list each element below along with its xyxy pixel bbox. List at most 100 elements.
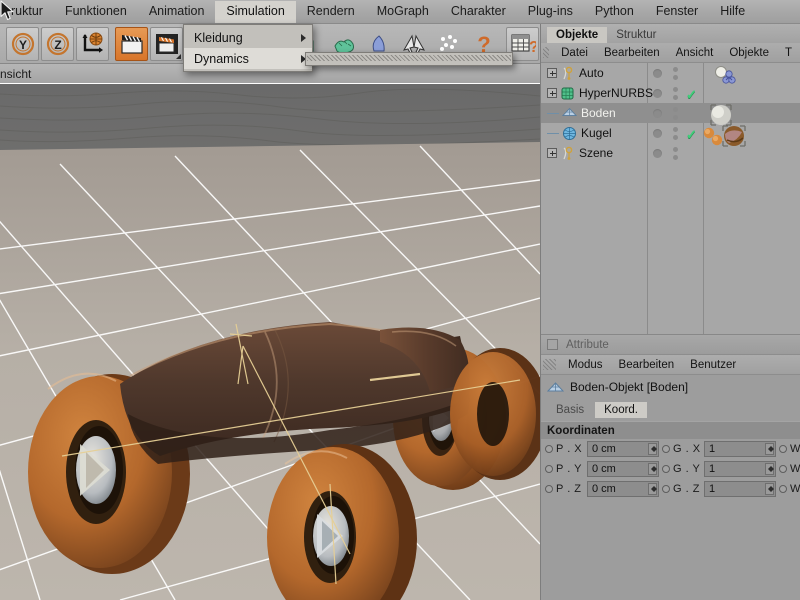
expand-toggle-icon[interactable] bbox=[547, 68, 557, 78]
coord-p-stepper[interactable] bbox=[648, 463, 657, 475]
coord-p-input[interactable]: 0 cm bbox=[587, 441, 659, 457]
objmgr-menu-bearbeiten[interactable]: Bearbeiten bbox=[596, 47, 668, 59]
axis-z-button[interactable]: Z bbox=[41, 27, 74, 61]
sim-menu-item-label: Kleidung bbox=[194, 31, 243, 45]
object-row-label: HyperNURBS bbox=[579, 86, 653, 100]
object-row-hypernurbs[interactable]: HyperNURBS✓ bbox=[541, 83, 800, 103]
menu-plug-ins[interactable]: Plug-ins bbox=[517, 1, 584, 23]
cinema4d-window: rukturFunktionenAnimationSimulationRende… bbox=[0, 0, 800, 600]
menu-ruktur[interactable]: ruktur bbox=[0, 1, 54, 23]
sim-menu-item-dynamics[interactable]: Dynamics bbox=[184, 48, 312, 69]
null-object-icon bbox=[560, 146, 575, 161]
attribute-checkbox-icon[interactable] bbox=[547, 339, 558, 350]
viewport-render bbox=[0, 84, 540, 600]
attr-tab-koord[interactable]: Koord. bbox=[595, 402, 647, 418]
viewport-label: nsicht bbox=[0, 67, 31, 81]
attribute-title-label: Attribute bbox=[566, 339, 609, 351]
objmgr-menu-objekte[interactable]: Objekte bbox=[721, 47, 777, 59]
expand-toggle-icon[interactable] bbox=[547, 88, 557, 98]
coord-p-input[interactable]: 0 cm bbox=[587, 461, 659, 477]
coord-g-radio[interactable] bbox=[662, 485, 670, 493]
menu-hilfe[interactable]: Hilfe bbox=[709, 1, 756, 23]
viewport-3d[interactable] bbox=[0, 84, 540, 600]
coord-g-value: 1 bbox=[709, 443, 715, 455]
sim-menu-item-kleidung[interactable]: Kleidung bbox=[184, 27, 312, 48]
coord-w-label: W bbox=[790, 483, 800, 495]
object-row-kugel[interactable]: Kugel✓ bbox=[541, 123, 800, 143]
menu-rendern[interactable]: Rendern bbox=[296, 1, 366, 23]
axis-y-button[interactable]: Y bbox=[6, 27, 39, 61]
floor-object-icon bbox=[547, 380, 564, 395]
world-axis-button[interactable] bbox=[76, 27, 109, 61]
coord-g-input[interactable]: 1 bbox=[704, 481, 776, 497]
coordinate-row: P . Y0 cmG . Y1W bbox=[541, 459, 800, 479]
coord-p-label: P . X bbox=[556, 443, 584, 455]
dynamics-submenu[interactable] bbox=[305, 52, 513, 66]
coord-g-label: G . Z bbox=[673, 483, 701, 495]
menu-animation[interactable]: Animation bbox=[138, 1, 216, 23]
coord-p-value: 0 cm bbox=[592, 483, 616, 495]
coord-p-stepper[interactable] bbox=[648, 443, 657, 455]
attr-tab-basis[interactable]: Basis bbox=[547, 402, 593, 418]
coord-w-radio[interactable] bbox=[779, 485, 787, 493]
coord-g-stepper[interactable] bbox=[765, 463, 774, 475]
coord-p-radio[interactable] bbox=[545, 445, 553, 453]
floor-object-icon bbox=[562, 106, 577, 121]
coord-p-value: 0 cm bbox=[592, 463, 616, 475]
coord-g-label: G . Y bbox=[673, 463, 701, 475]
object-row-label: Szene bbox=[579, 146, 613, 160]
coord-g-stepper[interactable] bbox=[765, 443, 774, 455]
coord-g-value: 1 bbox=[709, 483, 715, 495]
menu-mograph[interactable]: MoGraph bbox=[366, 1, 440, 23]
coord-g-input[interactable]: 1 bbox=[704, 461, 776, 477]
objmgr-menu-datei[interactable]: Datei bbox=[553, 47, 596, 59]
object-row-boden[interactable]: Boden bbox=[541, 103, 800, 123]
panel-grip-icon[interactable] bbox=[543, 47, 549, 58]
coord-w-radio[interactable] bbox=[779, 445, 787, 453]
render-region-button[interactable] bbox=[150, 27, 183, 61]
tag-icon-column[interactable] bbox=[709, 65, 749, 92]
null-object-icon bbox=[560, 66, 575, 81]
coord-p-stepper[interactable] bbox=[648, 483, 657, 495]
coord-w-radio[interactable] bbox=[779, 465, 787, 473]
attrmgr-menu-modus[interactable]: Modus bbox=[560, 359, 611, 371]
coord-p-input[interactable]: 0 cm bbox=[587, 481, 659, 497]
dynamics-tag-icon[interactable] bbox=[709, 65, 749, 89]
menu-drag-hatch[interactable] bbox=[307, 55, 511, 61]
object-row-label: Boden bbox=[581, 106, 616, 120]
tab-objekte[interactable]: Objekte bbox=[547, 27, 607, 43]
object-list[interactable]: AutoHyperNURBS✓ Boden Kugel✓ Szene bbox=[541, 63, 800, 335]
main-menu-bar: rukturFunktionenAnimationSimulationRende… bbox=[0, 0, 800, 24]
object-row-szene[interactable]: Szene bbox=[541, 143, 800, 163]
objmgr-menu-ansicht[interactable]: Ansicht bbox=[668, 47, 722, 59]
coord-g-stepper[interactable] bbox=[765, 483, 774, 495]
object-manager-tabs: ObjekteStruktur bbox=[541, 24, 800, 43]
menu-charakter[interactable]: Charakter bbox=[440, 1, 517, 23]
coord-p-radio[interactable] bbox=[545, 465, 553, 473]
coord-w-label: W bbox=[790, 443, 800, 455]
attribute-manager-menu: ModusBearbeitenBenutzer bbox=[541, 355, 800, 375]
coord-p-value: 0 cm bbox=[592, 443, 616, 455]
tab-struktur[interactable]: Struktur bbox=[607, 27, 665, 43]
coord-g-label: G . X bbox=[673, 443, 701, 455]
menu-simulation[interactable]: Simulation bbox=[215, 1, 295, 23]
object-row-auto[interactable]: Auto bbox=[541, 63, 800, 83]
attribute-manager-title: Attribute bbox=[541, 335, 800, 355]
objmgr-menu-t[interactable]: T bbox=[777, 47, 800, 59]
simulation-dropdown-menu[interactable]: Kleidung Dynamics bbox=[183, 24, 313, 72]
menu-python[interactable]: Python bbox=[584, 1, 645, 23]
render-view-button[interactable] bbox=[115, 27, 148, 61]
coord-g-radio[interactable] bbox=[662, 445, 670, 453]
menu-funktionen[interactable]: Funktionen bbox=[54, 1, 138, 23]
attrmgr-menu-bearbeiten[interactable]: Bearbeiten bbox=[611, 359, 683, 371]
attrmgr-menu-benutzer[interactable]: Benutzer bbox=[682, 359, 744, 371]
object-manager-menu: DateiBearbeitenAnsichtObjekteT bbox=[541, 43, 800, 63]
expand-toggle-icon[interactable] bbox=[547, 148, 557, 158]
coord-g-input[interactable]: 1 bbox=[704, 441, 776, 457]
coordinates-section-header: Koordinaten bbox=[541, 421, 800, 439]
coord-g-radio[interactable] bbox=[662, 465, 670, 473]
menu-fenster[interactable]: Fenster bbox=[645, 1, 709, 23]
coord-p-radio[interactable] bbox=[545, 485, 553, 493]
material-orange-tag-icon[interactable] bbox=[701, 125, 757, 154]
panel-grip-icon[interactable] bbox=[543, 359, 556, 370]
